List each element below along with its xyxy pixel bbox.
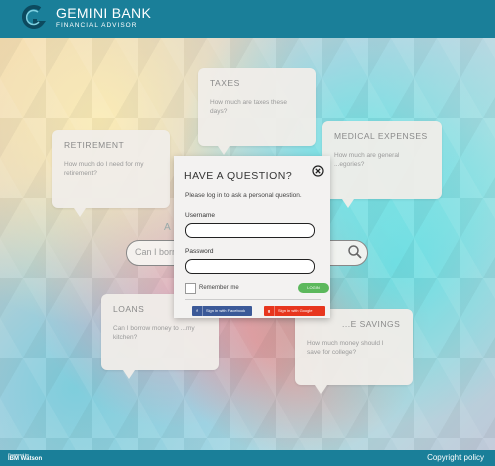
bubble-taxes[interactable]: TAXES How much are taxes these days? <box>198 68 316 155</box>
footer-bar: Powered by IBM Watson Copyright policy <box>0 450 495 466</box>
password-label: Password <box>185 248 214 255</box>
google-icon: g <box>264 306 275 316</box>
bubble-tail <box>342 199 354 208</box>
bubble-question: How much are taxes these days? <box>210 99 287 115</box>
facebook-icon: f <box>192 306 203 316</box>
ask-heading: A <box>164 222 171 233</box>
username-label: Username <box>185 212 215 219</box>
bubble-retirement[interactable]: RETIREMENT How much do I need for my ret… <box>52 130 170 217</box>
logo-icon <box>22 5 46 29</box>
bubble-title: LOANS <box>113 304 145 314</box>
google-signin-label: Sign in with Google <box>278 308 313 313</box>
bubble-tail <box>315 385 327 394</box>
watson-logo: IBM Watson <box>8 456 43 462</box>
search-icon[interactable] <box>347 244 363 260</box>
bubble-savings[interactable]: ...E SAVINGS How much money should I sav… <box>295 309 413 394</box>
login-button[interactable]: LOGIN <box>298 283 329 293</box>
bubble-question: Can I borrow money to ...my kitchen? <box>113 325 195 341</box>
modal-title: HAVE A QUESTION? <box>184 170 293 182</box>
brand-name: GEMINI BANK <box>56 5 152 21</box>
bubble-title: ...E SAVINGS <box>342 319 401 329</box>
remember-label: Remember me <box>199 285 239 291</box>
bubble-tail <box>123 370 135 379</box>
username-field[interactable] <box>185 223 315 238</box>
login-modal: HAVE A QUESTION? Please log in to ask a … <box>174 156 330 318</box>
bubble-tail <box>218 146 230 155</box>
bubble-title: RETIREMENT <box>64 140 125 150</box>
bubble-question: How much money should I save for college… <box>307 340 384 356</box>
password-field[interactable] <box>185 259 315 274</box>
bubble-tail <box>74 208 86 217</box>
remember-checkbox[interactable] <box>185 283 196 294</box>
brand[interactable]: GEMINI BANK FINANCIAL ADVISOR <box>56 6 151 30</box>
close-icon[interactable] <box>312 165 324 177</box>
brand-tagline: FINANCIAL ADVISOR <box>56 22 138 29</box>
facebook-signin-label: Sign in with Facebook <box>206 308 246 313</box>
powered-by: Powered by IBM Watson <box>8 452 42 462</box>
header-bar: GEMINI BANK FINANCIAL ADVISOR <box>0 0 495 38</box>
copyright-link[interactable]: Copyright policy <box>427 453 484 462</box>
modal-subtitle: Please log in to ask a personal question… <box>185 192 302 199</box>
bubble-medical-expenses[interactable]: MEDICAL EXPENSES How much are general ..… <box>322 121 442 208</box>
search-placeholder: Can I borr <box>135 247 176 257</box>
bubble-title: TAXES <box>210 78 240 88</box>
facebook-signin-button[interactable]: f Sign in with Facebook <box>192 306 252 316</box>
bubble-question: How much do I need for my retirement? <box>64 161 144 177</box>
divider <box>185 299 321 300</box>
bubble-title: MEDICAL EXPENSES <box>334 131 428 141</box>
bubble-question: How much are general ...egories? <box>334 152 400 168</box>
google-signin-button[interactable]: g Sign in with Google <box>264 306 325 316</box>
